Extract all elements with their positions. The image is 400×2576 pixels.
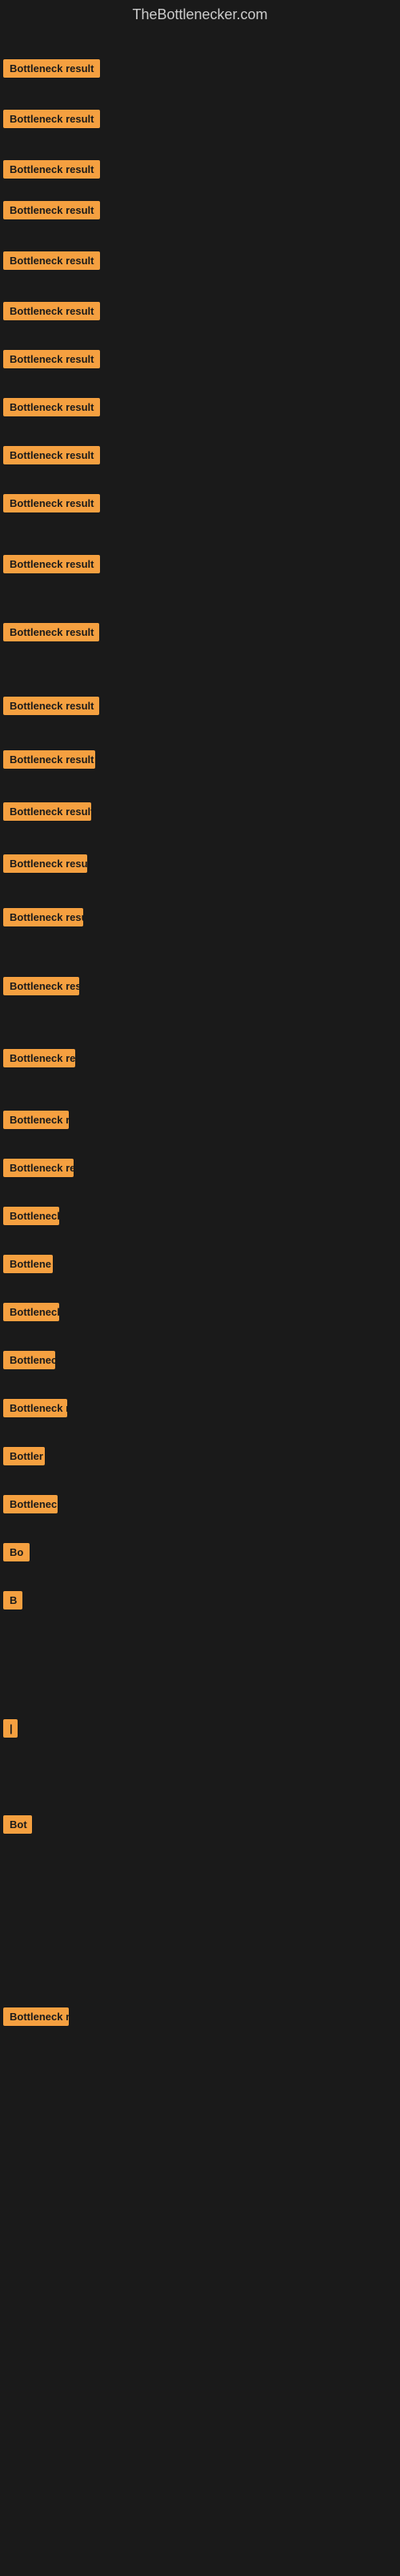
bottleneck-item: Bottleneck [3,1303,59,1325]
bottleneck-item: Bottleneck result [3,555,100,577]
bottleneck-item: Bottleneck result [3,350,100,372]
bottleneck-label: Bottleneck result [3,350,100,368]
bottleneck-item: Bottleneck result [3,251,100,274]
bottleneck-item: Bot [3,1815,32,1838]
bottleneck-item: Bottleneck re [3,2007,69,2030]
bottleneck-item: Bottleneck result [3,59,100,82]
bottleneck-label: Bottleneck result [3,750,95,769]
items-container: Bottleneck result Bottleneck result Bottle… [0,30,400,2576]
bottleneck-label: Bottleneck result [3,446,100,464]
bottleneck-item: Bottleneck [3,1495,58,1517]
bottleneck-label: Bottleneck result [3,697,99,715]
bottleneck-item: Bottleneck result [3,802,91,825]
bottleneck-label: Bottleneck result [3,110,100,128]
bottleneck-item: Bottleneck result [3,446,100,468]
bottleneck-label: Bottleneck result [3,1049,75,1067]
bottleneck-item: Bottlene [3,1255,53,1277]
bottleneck-label: Bottleneck result [3,977,79,995]
bottleneck-label: Bottleneck result [3,160,100,179]
bottleneck-label: Bottleneck result [3,251,100,270]
bottleneck-label: Bottleneck result [3,802,91,821]
bottleneck-label: Bottleneck result [3,302,100,320]
bottleneck-label: Bottleneck re [3,1399,67,1417]
bottleneck-label: Bot [3,1815,32,1834]
bottleneck-label: Bottleneck result [3,494,100,512]
bottleneck-item: Bottleneck result [3,160,100,183]
bottleneck-item: Bottleneck re [3,1399,67,1421]
bottleneck-label: Bottleneck result [3,908,83,926]
bottleneck-label: Bottleneck [3,1303,59,1321]
bottleneck-label: Bottleneck result [3,555,100,573]
bottleneck-label: Bo [3,1543,30,1561]
bottleneck-label: Bottleneck result [3,854,87,873]
bottleneck-item: B [3,1591,22,1614]
bottleneck-item: Bottlenec [3,1351,55,1373]
bottleneck-item: Bottleneck result [3,977,79,999]
bottleneck-item: Bottleneck result [3,110,100,132]
bottleneck-item: Bottleneck result [3,854,87,877]
bottleneck-item: Bottleneck result [3,697,99,719]
bottleneck-label: Bottlene [3,1255,53,1273]
bottleneck-label: Bottleneck re [3,1111,69,1129]
bottleneck-item: Bottleneck result [3,1049,75,1071]
bottleneck-item: Bottleneck result [3,494,100,516]
bottleneck-item: Bottleneck result [3,623,99,645]
bottleneck-label: Bottleneck result [3,59,100,78]
bottleneck-item: Bo [3,1543,30,1565]
bottleneck-label: Bottleneck resul [3,1159,74,1177]
bottleneck-label: Bottler [3,1447,45,1465]
bottleneck-item: Bottleneck result [3,750,95,773]
bottleneck-label: | [3,1719,18,1738]
bottleneck-item: Bottleneck result [3,398,100,420]
bottleneck-item: Bottleneck result [3,201,100,223]
bottleneck-label: Bottlenec [3,1351,55,1369]
bottleneck-item: Bottleneck resul [3,1159,74,1181]
bottleneck-item: Bottler [3,1447,45,1469]
bottleneck-item: Bottleneck result [3,908,83,930]
bottleneck-label: B [3,1591,22,1609]
site-title: TheBottlenecker.com [0,0,400,30]
bottleneck-label: Bottleneck result [3,201,100,219]
bottleneck-label: Bottleneck [3,1495,58,1513]
bottleneck-label: Bottleneck result [3,398,100,416]
bottleneck-item: | [3,1719,18,1742]
bottleneck-item: Bottleneck [3,1207,59,1229]
bottleneck-item: Bottleneck result [3,302,100,324]
bottleneck-label: Bottleneck re [3,2007,69,2026]
bottleneck-label: Bottleneck result [3,623,99,641]
bottleneck-label: Bottleneck [3,1207,59,1225]
bottleneck-item: Bottleneck re [3,1111,69,1133]
